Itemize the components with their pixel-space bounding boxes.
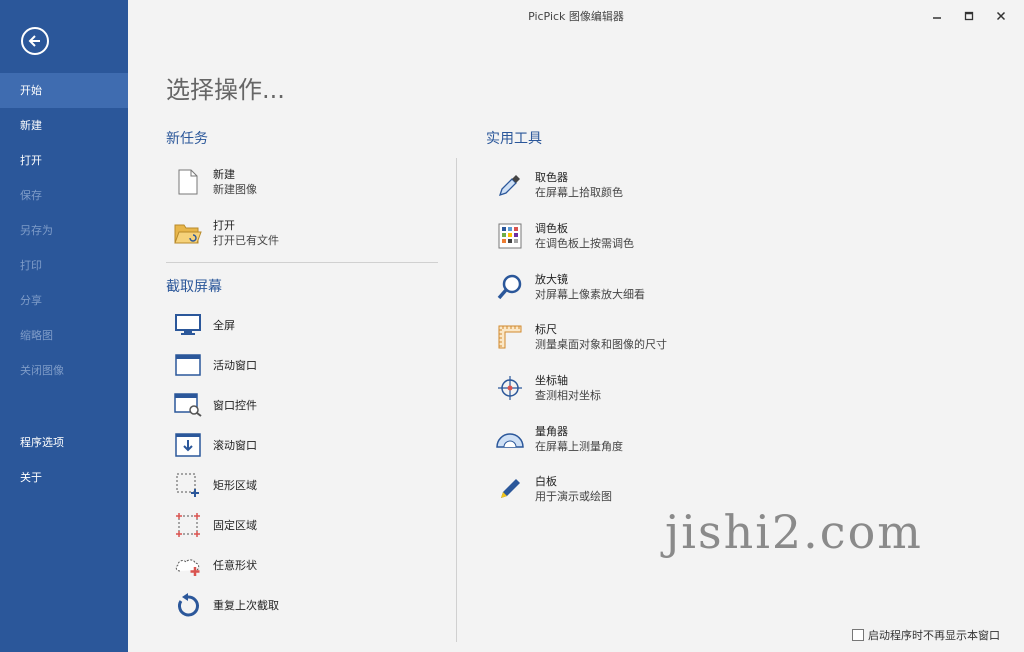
capture-repeat-last-label: 重复上次截取 [213, 598, 279, 612]
capture-window-control-label: 窗口控件 [213, 398, 257, 412]
capture-freehand[interactable]: 任意形状 [174, 551, 257, 579]
capture-fullscreen[interactable]: 全屏 [174, 311, 235, 339]
section-divider [166, 262, 438, 263]
tool-color-palette-desc: 在调色板上按需调色 [535, 237, 634, 250]
open-file-title: 打开 [213, 219, 235, 232]
ruler-icon [496, 323, 524, 351]
repeat-icon [174, 591, 202, 619]
crosshair-icon [496, 374, 524, 402]
sidebar-item-share: 分享 [20, 294, 42, 307]
title-bar: PicPick 图像编辑器 [128, 0, 1024, 32]
scroll-window-icon [174, 431, 202, 459]
new-image-desc: 新建图像 [213, 183, 257, 196]
new-file-icon [174, 168, 202, 196]
tool-color-palette-title: 调色板 [535, 222, 568, 235]
open-folder-icon [174, 219, 202, 247]
sidebar-nav: 开始 新建 打开 保存 另存为 打印 分享 缩略图 关闭图像 [0, 73, 128, 388]
capture-fixed-region[interactable]: 固定区域 [174, 511, 257, 539]
monitor-icon [174, 311, 202, 339]
palette-grid-icon [496, 222, 524, 250]
magnifier-icon [496, 273, 524, 301]
tool-protractor[interactable]: 量角器 在屏幕上测量角度 [496, 424, 623, 454]
protractor-icon [496, 425, 524, 453]
capture-repeat-last[interactable]: 重复上次截取 [174, 591, 279, 619]
back-arrow-icon [28, 35, 40, 47]
sidebar-item-save-as: 另存为 [20, 224, 53, 237]
pen-icon [496, 475, 524, 503]
tool-ruler-title: 标尺 [535, 323, 557, 336]
watermark-text: jishi2.com [665, 505, 923, 559]
tool-crosshair-title: 坐标轴 [535, 374, 568, 387]
window-control-icon [174, 391, 202, 419]
open-file-item[interactable]: 打开 打开已有文件 [174, 218, 279, 248]
column-divider [456, 158, 457, 642]
capture-fullscreen-label: 全屏 [213, 318, 235, 332]
new-task-title: 新任务 [166, 131, 208, 147]
window-icon [174, 351, 202, 379]
tool-color-picker-title: 取色器 [535, 171, 568, 184]
capture-window-control[interactable]: 窗口控件 [174, 391, 257, 419]
capture-rectangle[interactable]: 矩形区域 [174, 471, 257, 499]
open-file-desc: 打开已有文件 [213, 234, 279, 247]
tool-color-palette[interactable]: 调色板 在调色板上按需调色 [496, 221, 634, 251]
tool-protractor-desc: 在屏幕上测量角度 [535, 440, 623, 453]
sidebar-nav-lower: 程序选项 关于 [0, 425, 128, 495]
new-image-item[interactable]: 新建 新建图像 [174, 167, 257, 197]
main-panel: PicPick 图像编辑器 选择操作... 新任务 新建 新建图像 打开 打开已… [128, 0, 1024, 652]
tool-crosshair-desc: 查测相对坐标 [535, 389, 601, 402]
sidebar-item-print: 打印 [20, 259, 42, 272]
tool-magnifier-title: 放大镜 [535, 273, 568, 286]
dont-show-label: 启动程序时不再显示本窗口 [868, 629, 1000, 642]
tool-color-picker[interactable]: 取色器 在屏幕上拾取颜色 [496, 170, 623, 200]
tool-magnifier-desc: 对屏幕上像素放大细看 [535, 288, 645, 301]
sidebar-item-options[interactable]: 程序选项 [0, 425, 128, 460]
back-button[interactable] [21, 27, 49, 55]
rectangle-select-icon [174, 471, 202, 499]
capture-active-window[interactable]: 活动窗口 [174, 351, 257, 379]
capture-title: 截取屏幕 [166, 279, 222, 295]
sidebar-item-open[interactable]: 打开 [0, 143, 128, 178]
tool-protractor-title: 量角器 [535, 425, 568, 438]
tool-crosshair[interactable]: 坐标轴 查测相对坐标 [496, 373, 601, 403]
capture-fixed-region-label: 固定区域 [213, 518, 257, 532]
capture-freehand-label: 任意形状 [213, 558, 257, 572]
tool-ruler[interactable]: 标尺 测量桌面对象和图像的尺寸 [496, 322, 667, 352]
fixed-region-icon [174, 511, 202, 539]
maximize-button[interactable] [958, 6, 980, 26]
page-heading: 选择操作... [166, 76, 285, 104]
capture-rectangle-label: 矩形区域 [213, 478, 257, 492]
window-title: PicPick 图像编辑器 [528, 10, 624, 23]
new-image-title: 新建 [213, 168, 235, 181]
minimize-button[interactable] [926, 6, 948, 26]
capture-scrolling-window[interactable]: 滚动窗口 [174, 431, 257, 459]
tool-color-picker-desc: 在屏幕上拾取颜色 [535, 186, 623, 199]
tool-whiteboard-title: 白板 [535, 475, 557, 488]
minimize-icon [933, 17, 941, 19]
tools-title: 实用工具 [486, 131, 542, 147]
sidebar-item-save: 保存 [20, 189, 42, 202]
eyedropper-icon [496, 171, 524, 199]
maximize-icon [964, 11, 974, 21]
capture-active-window-label: 活动窗口 [213, 358, 257, 372]
sidebar: 开始 新建 打开 保存 另存为 打印 分享 缩略图 关闭图像 程序选项 关于 [0, 0, 128, 652]
freehand-shape-icon [174, 551, 202, 579]
close-icon [996, 11, 1006, 21]
dont-show-checkbox[interactable]: 启动程序时不再显示本窗口 [852, 627, 1000, 643]
tool-ruler-desc: 测量桌面对象和图像的尺寸 [535, 338, 667, 351]
tool-whiteboard[interactable]: 白板 用于演示或绘图 [496, 474, 612, 504]
close-button[interactable] [990, 6, 1012, 26]
checkbox-box[interactable] [852, 629, 864, 641]
capture-scrolling-window-label: 滚动窗口 [213, 438, 257, 452]
sidebar-item-about[interactable]: 关于 [0, 460, 128, 495]
sidebar-item-new[interactable]: 新建 [0, 108, 128, 143]
sidebar-item-thumbnail: 缩略图 [20, 329, 53, 342]
sidebar-item-start[interactable]: 开始 [0, 73, 128, 108]
tool-magnifier[interactable]: 放大镜 对屏幕上像素放大细看 [496, 272, 645, 302]
tool-whiteboard-desc: 用于演示或绘图 [535, 490, 612, 503]
sidebar-item-close-image: 关闭图像 [20, 364, 64, 377]
